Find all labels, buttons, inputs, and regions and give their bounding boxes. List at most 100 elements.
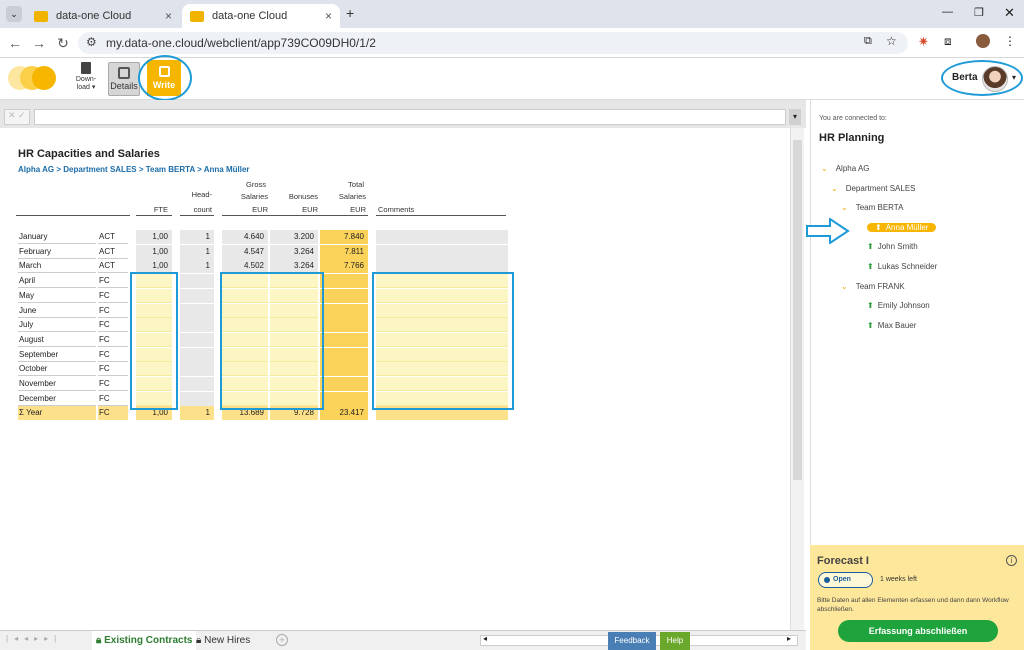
sheet-nav-icons[interactable]: |◂◂▸▸| [6,634,62,643]
cell-total[interactable]: 7.840 [320,230,368,244]
cell-type: FC [98,289,128,303]
browser-tab-2[interactable]: data-one Cloud × [182,4,340,28]
menu-icon[interactable]: ⋮ [1004,34,1016,48]
browser-tab-1[interactable]: data-one Cloud × [26,4,180,28]
cell-total[interactable] [320,391,368,406]
cell-head[interactable] [180,288,214,303]
cell-actions[interactable]: ✕ ✓ [4,109,30,125]
cell-month: March [18,259,96,274]
cell-fte[interactable]: 1,00 [136,244,172,259]
window-close-icon[interactable]: ✕ [1004,5,1015,21]
cell-fte[interactable]: 1,00 [136,230,172,244]
cell-total[interactable] [320,303,368,318]
tree-item-person[interactable]: ⬆ John Smith [867,240,918,254]
forward-icon[interactable]: → [30,34,48,52]
chevron-down-icon: ⌄ [841,203,848,213]
bookmark-star-icon[interactable]: ☆ [886,34,897,48]
cell-total[interactable] [320,274,368,289]
tree-item-person[interactable]: ⬆ Lukas Schneider [867,260,937,274]
header-rule-gap-3 [214,214,222,217]
tree-item-node[interactable]: ⌄ Team FRANK [841,280,905,294]
puzzle-icon[interactable]: ⧈ [944,34,952,49]
cell-head[interactable] [180,332,214,347]
tab-new-hires[interactable]: 🔒︎ New Hires [192,631,254,650]
reload-icon[interactable]: ↻ [54,34,72,52]
cell-bonus[interactable]: 3.264 [270,244,318,259]
app-toolbar: Down- load ▾ Details Write Berta ▾ [0,55,1024,101]
minimize-icon[interactable]: — [942,6,953,18]
tree-item-person[interactable]: ⬆ Max Bauer [867,319,916,333]
salaries-highlight-box [220,272,324,410]
cell-total[interactable]: 7.811 [320,244,368,259]
url-field[interactable]: ⚙ my.data-one.cloud/webclient/app739CO09… [78,32,908,54]
cell-head[interactable] [180,318,214,333]
close-icon[interactable]: × [165,9,172,23]
tab-existing-contracts[interactable]: 🔒︎ Existing Contracts [92,631,197,650]
formula-input[interactable] [34,109,786,125]
cell-head[interactable]: 1 [180,259,214,274]
cell-total[interactable]: 23.417 [320,406,368,421]
tree-item-person[interactable]: ⬆ Anna Müller [867,221,937,235]
cell-total[interactable]: 7.766 [320,259,368,274]
info-icon[interactable]: i [1006,555,1017,566]
extension-icon[interactable]: ✷ [918,34,929,50]
cell-total[interactable] [320,362,368,377]
help-button[interactable]: Help [660,632,690,650]
pointer-arrow-icon [806,218,850,244]
tab-search-icon[interactable]: ⌄ [6,6,22,22]
cell-total[interactable] [320,377,368,391]
header-total-2: Salaries [338,192,366,201]
cell-total[interactable] [320,332,368,347]
cell-bonus[interactable]: 3.200 [270,230,318,244]
maximize-icon[interactable]: ❐ [974,6,984,19]
forecast-description: Bitte Daten auf allen Elementen erfassen… [817,597,1009,613]
lock-icon: 🔒︎ [96,635,102,646]
cell-gross[interactable]: 4.547 [222,244,268,259]
scroll-thumb[interactable] [793,140,802,480]
add-sheet-icon[interactable]: + [276,634,288,646]
cell-head[interactable] [180,303,214,318]
cell-head[interactable] [180,377,214,391]
tree-item-label: John Smith [877,242,918,252]
tree-item-node[interactable]: ⌄ Department SALES [831,182,916,196]
complete-entry-button[interactable]: Erfassung abschließen [838,620,998,642]
cell-total[interactable] [320,347,368,362]
panel-title: HR Planning [819,132,885,144]
cell-month: October [18,362,96,377]
cell-head[interactable] [180,274,214,289]
site-info-icon[interactable]: ⚙ [86,35,97,49]
cell-total[interactable] [320,318,368,333]
tree-item-node[interactable]: ⌄ Alpha AG [821,162,870,176]
cell-head[interactable]: 1 [180,406,214,421]
tree-item-label: Max Bauer [877,320,917,330]
tree-item-node[interactable]: ⌄ Team BERTA [841,201,903,215]
cell-head[interactable] [180,362,214,377]
vertical-scrollbar[interactable] [790,128,804,630]
cell-head[interactable] [180,347,214,362]
profile-icon[interactable] [976,34,990,48]
scroll-right-icon[interactable]: ▸ [787,634,791,643]
new-tab-button[interactable]: + [346,5,354,21]
chevron-down-icon: ⌄ [841,281,848,291]
formula-dropdown-icon[interactable]: ▾ [789,109,801,125]
person-icon: ⬆ [867,320,874,330]
cell-gross[interactable]: 4.640 [222,230,268,244]
feedback-button[interactable]: Feedback [608,632,656,650]
scroll-left-icon[interactable]: ◂ [483,634,487,643]
cell-comment[interactable] [376,230,508,244]
cell-month: July [18,318,96,333]
details-button[interactable]: Details [108,62,140,96]
cell-head[interactable]: 1 [180,244,214,259]
user-highlight-ring [941,60,1023,96]
download-button[interactable]: Down- load ▾ [74,62,98,91]
tree-item-label: Team FRANK [855,281,905,291]
header-rule [16,215,506,216]
cell-head[interactable] [180,391,214,406]
tree-item-person[interactable]: ⬆ Emily Johnson [867,299,930,313]
cell-comment[interactable] [376,244,508,259]
cell-total[interactable] [320,288,368,303]
install-icon[interactable]: ⧉ [864,35,872,48]
close-icon[interactable]: × [325,9,332,23]
cell-head[interactable]: 1 [180,230,214,244]
back-icon[interactable]: ← [6,34,24,52]
